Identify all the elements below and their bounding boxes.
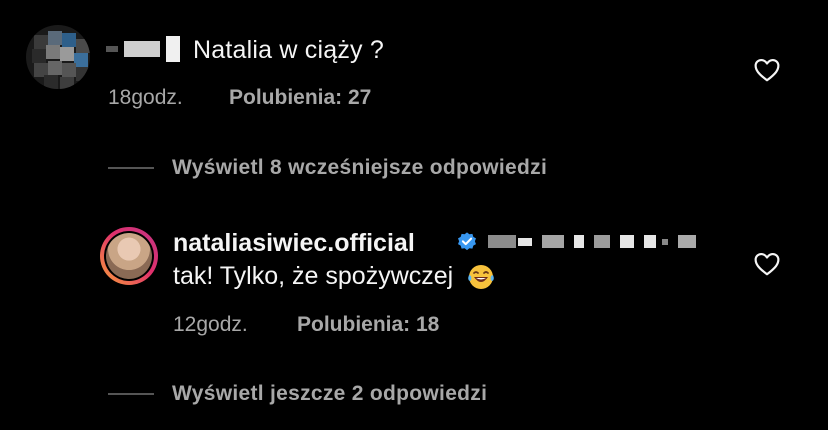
comment-likes[interactable]: Polubienia: 27 (229, 86, 371, 110)
avatar[interactable] (26, 25, 90, 89)
view-replies-label[interactable]: Wyświetl jeszcze 2 odpowiedzi (172, 382, 487, 406)
avatar-photo (106, 233, 152, 279)
comment-text: Natalia w ciąży ? (193, 36, 384, 64)
view-earlier-replies-button[interactable]: Wyświetl 8 wcześniejsze odpowiedzi (108, 156, 547, 180)
username-link[interactable]: nataliasiwiec.official (173, 228, 415, 258)
comment-time: 18godz. (108, 86, 183, 109)
avatar[interactable] (100, 227, 158, 285)
comment-likes[interactable]: Polubienia: 18 (297, 313, 439, 337)
face-with-tears-of-joy-icon (468, 265, 494, 290)
view-replies-label[interactable]: Wyświetl 8 wcześniejsze odpowiedzi (172, 156, 547, 180)
verified-badge-icon (458, 232, 476, 251)
censored-tags (488, 235, 696, 248)
comment-text-content: tak! Tylko, że spożywczej (173, 262, 454, 290)
heart-outline-icon[interactable] (754, 58, 780, 82)
divider-line (108, 167, 154, 169)
comment-text: tak! Tylko, że spożywczej (173, 261, 496, 292)
view-more-replies-button[interactable]: Wyświetl jeszcze 2 odpowiedzi (108, 382, 487, 406)
divider-line (108, 393, 154, 395)
comment-time: 12godz. (173, 313, 248, 336)
heart-outline-icon[interactable] (754, 252, 780, 276)
censored-username (106, 34, 180, 64)
